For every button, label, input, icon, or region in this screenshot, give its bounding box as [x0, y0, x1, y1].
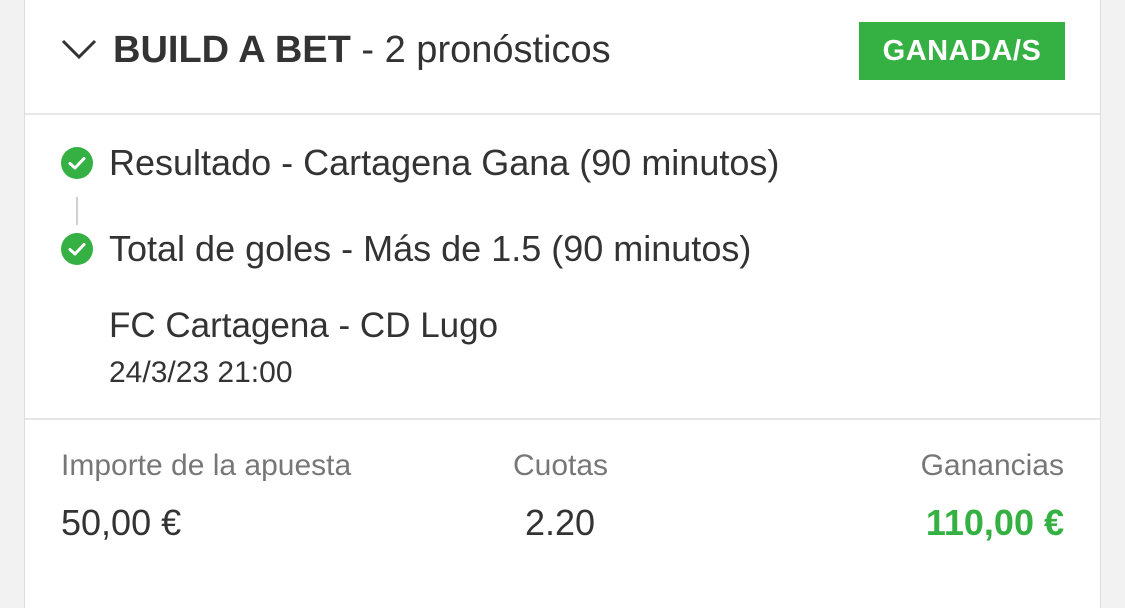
bet-header[interactable]: BUILD A BET - 2 pronósticos GANADA/S: [25, 0, 1100, 115]
selection-connector: [76, 197, 78, 225]
selection-item-label: Total de goles - Más de 1.5 (90 minutos): [109, 228, 752, 269]
chevron-down-icon[interactable]: [61, 38, 97, 60]
odds-value: 2.20: [525, 502, 596, 543]
bet-summary: Importe de la apuesta 50,00 € Cuotas 2.2…: [25, 420, 1100, 608]
bet-card: BUILD A BET - 2 pronósticos GANADA/S Res…: [24, 0, 1101, 608]
selection-item-label: Resultado - Cartagena Gana (90 minutos): [109, 142, 780, 183]
stake-value: 50,00 €: [61, 502, 182, 543]
bet-type: BUILD A BET: [113, 29, 351, 71]
check-circle-icon: [61, 233, 93, 265]
selections-list: Resultado - Cartagena Gana (90 minutos) …: [25, 115, 1100, 420]
bet-selection-count: - 2 pronósticos: [350, 29, 611, 71]
winnings-label: Ganancias: [920, 449, 1064, 482]
check-circle-icon: [61, 147, 93, 179]
winnings-value: 110,00 €: [925, 502, 1064, 543]
status-badge: GANADA/S: [859, 22, 1065, 80]
match-name: FC Cartagena - CD Lugo: [109, 306, 499, 345]
match-datetime: 24/3/23 21:00: [109, 356, 293, 389]
bet-title: BUILD A BET - 2 pronósticos: [113, 28, 611, 72]
stake-label: Importe de la apuesta: [61, 449, 352, 482]
odds-label: Cuotas: [513, 449, 609, 482]
